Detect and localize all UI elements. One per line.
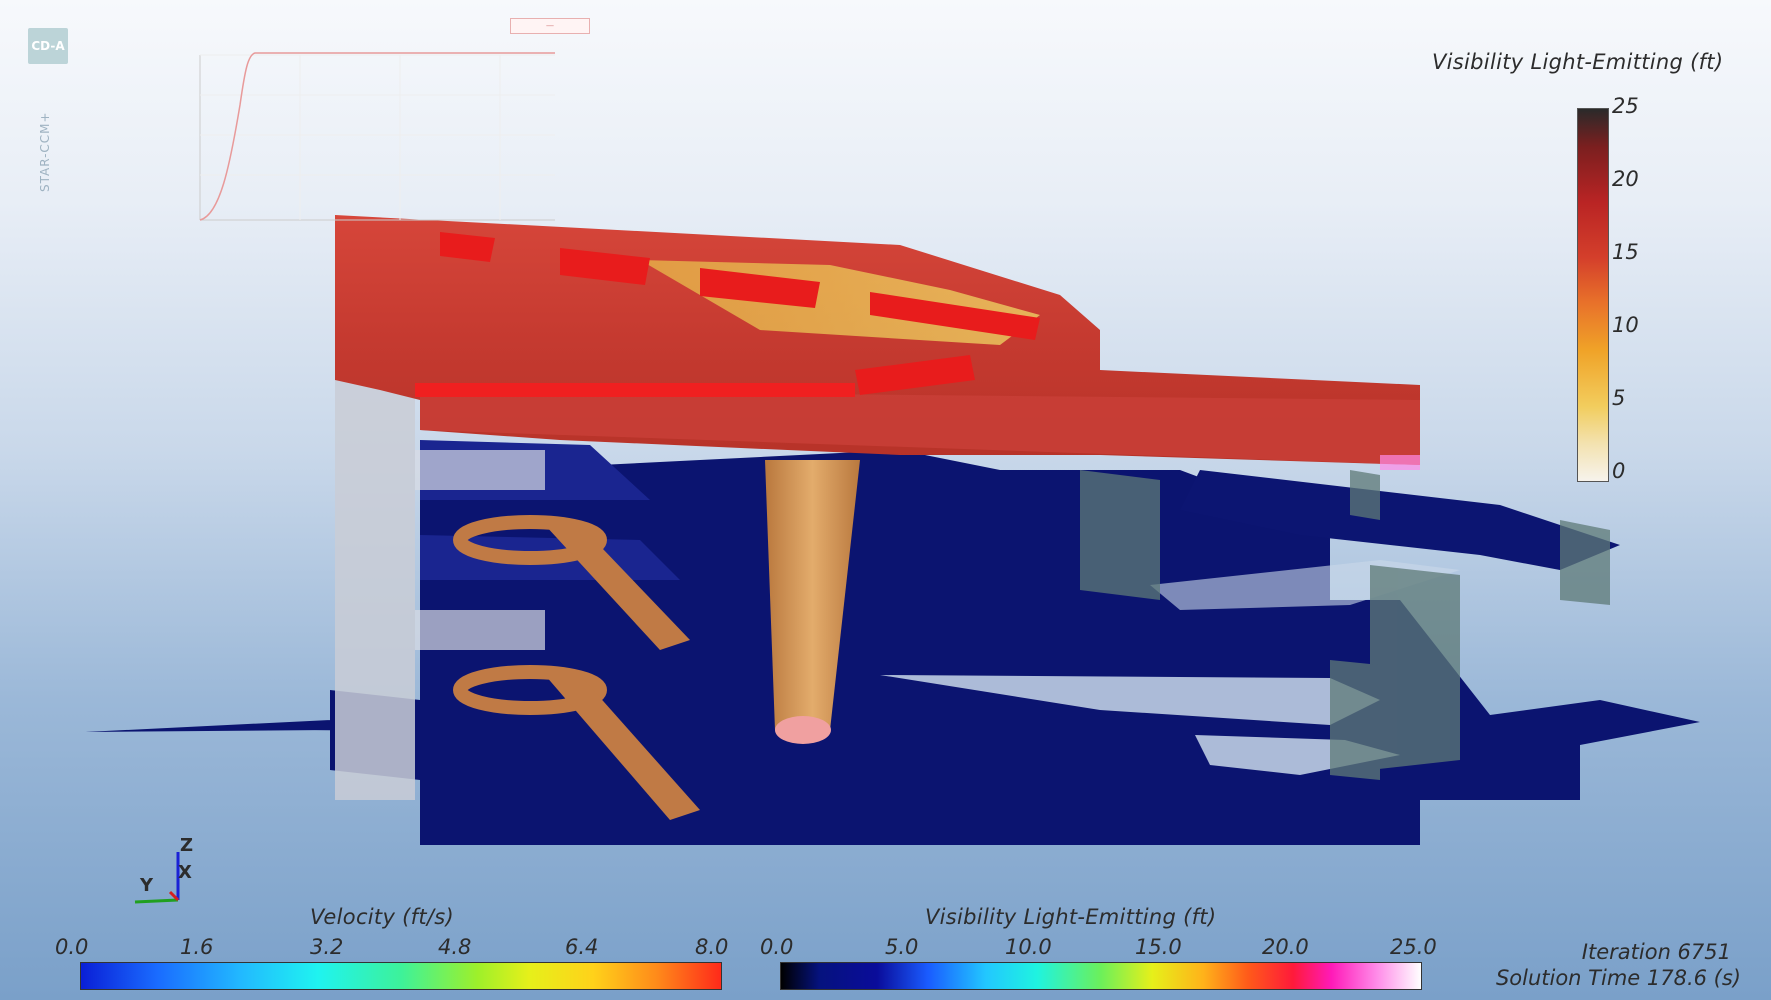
vis-colorbar-tick: 20: [1612, 167, 1639, 191]
monitor-curve: [199, 52, 555, 221]
vis-colorbar: [1577, 108, 1609, 482]
monitor-plot: [199, 52, 555, 221]
velocity-colorbar-tick: 3.2: [310, 935, 344, 959]
vis-h-colorbar-tick: 10.0: [1005, 935, 1052, 959]
vis-colorbar-tick: 10: [1612, 313, 1639, 337]
vis-colorbar-tick: 25: [1612, 94, 1639, 118]
velocity-colorbar-tick: 6.4: [565, 935, 599, 959]
vis-h-colorbar-tick: 0.0: [760, 935, 794, 959]
plot-legend: ──: [510, 18, 590, 34]
axis-y-label: Y: [140, 875, 154, 896]
velocity-colorbar-tick: 1.6: [180, 935, 214, 959]
vis-h-colorbar-title: Visibility Light-Emitting (ft): [925, 905, 1217, 929]
velocity-colorbar-tick: 0.0: [55, 935, 89, 959]
vis-h-colorbar-tick: 25.0: [1390, 935, 1437, 959]
velocity-colorbar-tick: 8.0: [695, 935, 729, 959]
product-logo: STAR-CCM+: [38, 111, 52, 193]
wall-panel: [335, 380, 415, 800]
vis-h-colorbar-tick: 20.0: [1262, 935, 1309, 959]
vis-colorbar-tick: 0: [1612, 459, 1626, 483]
vis-h-colorbar-tick: 15.0: [1135, 935, 1182, 959]
velocity-colorbar: [80, 962, 722, 990]
vis-h-colorbar: [780, 962, 1422, 990]
vis-colorbar-tick: 5: [1612, 386, 1626, 410]
velocity-colorbar-tick: 4.8: [438, 935, 472, 959]
axis-x-label: X: [178, 862, 192, 883]
solution-time-label: Solution Time 178.6 (s): [1495, 966, 1741, 990]
logo-badge: CD-A: [28, 28, 68, 64]
axis-z-label: Z: [180, 835, 194, 856]
vis-colorbar-title: Visibility Light-Emitting (ft): [1432, 50, 1724, 74]
smoke-layer: [335, 215, 1420, 470]
plot-axes: [199, 54, 555, 221]
iteration-label: Iteration 6751: [1581, 940, 1731, 964]
vis-h-colorbar-tick: 5.0: [885, 935, 919, 959]
vis-colorbar-tick: 15: [1612, 240, 1639, 264]
velocity-colorbar-title: Velocity (ft/s): [310, 905, 454, 929]
